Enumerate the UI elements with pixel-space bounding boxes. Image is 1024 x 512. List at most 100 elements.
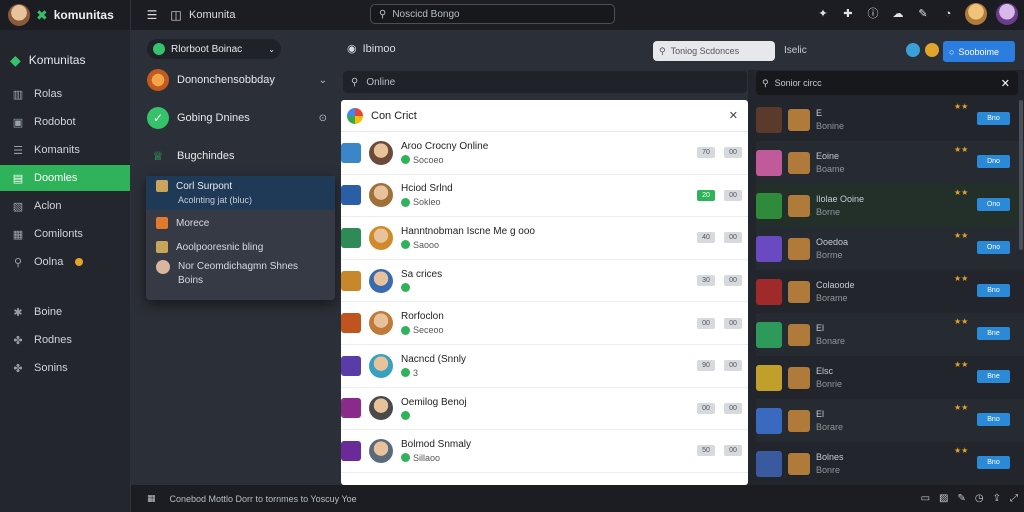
drop-icon[interactable] [906,43,920,57]
item-action-button[interactable]: Ono [977,241,1010,254]
menu-item-support[interactable]: Corl Surpont Acolnting jat (bluc) [146,176,335,210]
row-action-button[interactable]: 30 [697,275,715,287]
item-action-button[interactable]: Bno [977,284,1010,297]
row-secondary-button[interactable]: 00 [724,232,742,244]
list-item[interactable]: Bolnes Bonre ★★ Bno [756,442,1024,485]
cloud-icon[interactable]: ☁ [890,6,906,22]
sidebar-item-doomles[interactable]: ▤ Doomles [0,165,130,191]
menu-item[interactable]: Morece [146,212,335,234]
sidebar-item-komanits[interactable]: ☰ Komanits [0,137,130,163]
close-icon[interactable]: ✕ [729,109,738,122]
right-search-input[interactable]: ⚲ Toniog Scdonces [653,41,775,61]
row-sub: Socoeo [401,155,488,165]
row-action-button[interactable]: 00 [697,317,715,329]
menu-icon[interactable]: ☰ [143,8,161,22]
row-text: Hanntnobman Iscne Me g ooo Saooo [401,226,535,250]
sidebar-item-boine[interactable]: ✱ Boine [0,299,130,325]
clock-icon[interactable]: ◷ [975,493,984,504]
item-action-button[interactable]: Bno [977,112,1010,125]
row-action-button[interactable]: 70 [697,147,715,159]
row-title: Oemilog Benoj [401,396,467,408]
row-secondary-button[interactable]: 00 [724,189,742,201]
list-item[interactable]: Elsc Bonrie ★★ Bne [756,356,1024,399]
item-action-button[interactable]: Bne [977,327,1010,340]
main-search-input[interactable]: ⚲ Online [343,71,747,93]
workspace-selector[interactable]: Rlorboot Boinac ⌄ [147,39,281,59]
profile-avatar[interactable] [996,3,1018,25]
coin-icon[interactable] [925,43,939,57]
expand-icon[interactable]: ⤢ [1010,493,1018,504]
row-action-button[interactable]: 50 [697,445,715,457]
row-action-button[interactable]: 00 [697,402,715,414]
item-action-button[interactable]: Bno [977,413,1010,426]
item-action-button[interactable]: Ono [977,198,1010,211]
row-secondary-button[interactable]: 00 [724,147,742,159]
right-filter-input[interactable]: ⚲ Sonior circc ✕ [756,71,1018,95]
shield-icon[interactable]: ✚ [840,6,856,22]
row-action-button[interactable]: 40 [697,232,715,244]
list-item[interactable]: El Borare ★★ Bno [756,399,1024,442]
item-subtitle: Borame [816,292,848,303]
bell-icon[interactable]: ◔ [940,6,956,22]
game-thumbnail [756,278,782,305]
table-row[interactable]: Rorfoclon Seceoo 00 00 [341,302,748,345]
user-avatar[interactable] [965,3,987,25]
table-row[interactable]: Oemilog Benoj 00 00 [341,388,748,431]
panel-item[interactable]: ✓ Gobing Dnines ⊙ [147,104,327,132]
item-action-button[interactable]: Dno [977,155,1010,168]
panel-item[interactable]: ♕ Bugchindes [147,142,327,170]
sidebar-item-sonins[interactable]: ✤ Sonins [0,355,130,381]
status-icon [401,240,410,250]
item-action-button[interactable]: Bne [977,370,1010,383]
scrollbar[interactable] [1019,100,1023,250]
item-title: El [816,322,825,333]
row-secondary-button[interactable]: 00 [724,445,742,457]
list-item[interactable]: Ilolae Ooine Borne ★★ Ono [756,184,1024,227]
table-row[interactable]: Hciod Srlnd Sokleo 20 00 [341,175,748,218]
edit-icon[interactable]: ✎ [957,493,965,504]
sidebar-item-comilonts[interactable]: ▦ Comilonts [0,221,130,247]
sidebar-item-oolna[interactable]: ⚲ Oolna [0,249,130,275]
list-item[interactable]: Colaoode Borame ★★ Bno [756,270,1024,313]
list-item[interactable]: E Bonine ★★ Bno [756,98,1024,141]
image-icon[interactable]: ▨ [939,493,948,504]
item-action-button[interactable]: Bno [977,456,1010,469]
global-search-input[interactable]: ⚲ Noscicd Bongo [370,4,615,24]
item-subtitle: Borme [816,249,843,260]
table-row[interactable]: Hanntnobman Iscne Me g ooo Saooo 40 00 [341,217,748,260]
puzzle-icon[interactable]: ✦ [815,6,831,22]
row-action-button[interactable]: 90 [697,360,715,372]
list-item[interactable]: El Bonare ★★ Bne [756,313,1024,356]
share-icon[interactable]: ⇪ [993,493,1001,504]
row-secondary-button[interactable]: 00 [724,360,742,372]
user-avatar[interactable] [8,4,30,26]
table-row[interactable]: Nacncd (Snnly 3 90 00 [341,345,748,388]
row-action-button[interactable]: 20 [697,189,715,201]
close-icon[interactable]: ✕ [1001,77,1010,90]
avatar [156,260,170,274]
menu-item[interactable]: Aoolpooresnic bling [146,236,335,258]
sidebar-item-rodobot[interactable]: ▣ Rodobot [0,109,130,135]
row-secondary-button[interactable]: 00 [724,402,742,414]
panel-item[interactable]: Dononchensobbday ⌄ [147,66,327,94]
primary-button[interactable]: ○ Sooboime [943,41,1015,62]
list-item[interactable]: Ooedoa Borme ★★ Ono [756,227,1024,270]
edit-icon[interactable]: ✎ [915,6,931,22]
item-subtitle: Borare [816,421,844,432]
list-item[interactable]: Eoine Boame ★★ Dno [756,141,1024,184]
info-icon[interactable]: ⓘ [865,6,881,22]
sidebar-item-aclon[interactable]: ▧ Aclon [0,193,130,219]
row-secondary-button[interactable]: 00 [724,317,742,329]
sidebar-item-rodnes[interactable]: ✤ Rodnes [0,327,130,353]
table-row[interactable]: Sa crices 30 00 [341,260,748,303]
gamepad-icon[interactable]: ▭ [921,493,930,504]
sidebar-brand[interactable]: ◆ Komunitas [0,45,130,75]
table-row[interactable]: Bolmod Snmaly Sillaoo 50 00 [341,430,748,473]
button-label: Sooboime [958,46,999,57]
table-row[interactable]: Aroo Crocny Online Socoeo 70 00 [341,132,748,175]
app-icon [156,217,168,229]
row-secondary-button[interactable]: 00 [724,275,742,287]
avatar [369,438,393,463]
sidebar-item-rolas[interactable]: ▥ Rolas [0,81,130,107]
menu-item[interactable]: Nor Ceomdichagmn Shnes Boins [146,258,335,290]
